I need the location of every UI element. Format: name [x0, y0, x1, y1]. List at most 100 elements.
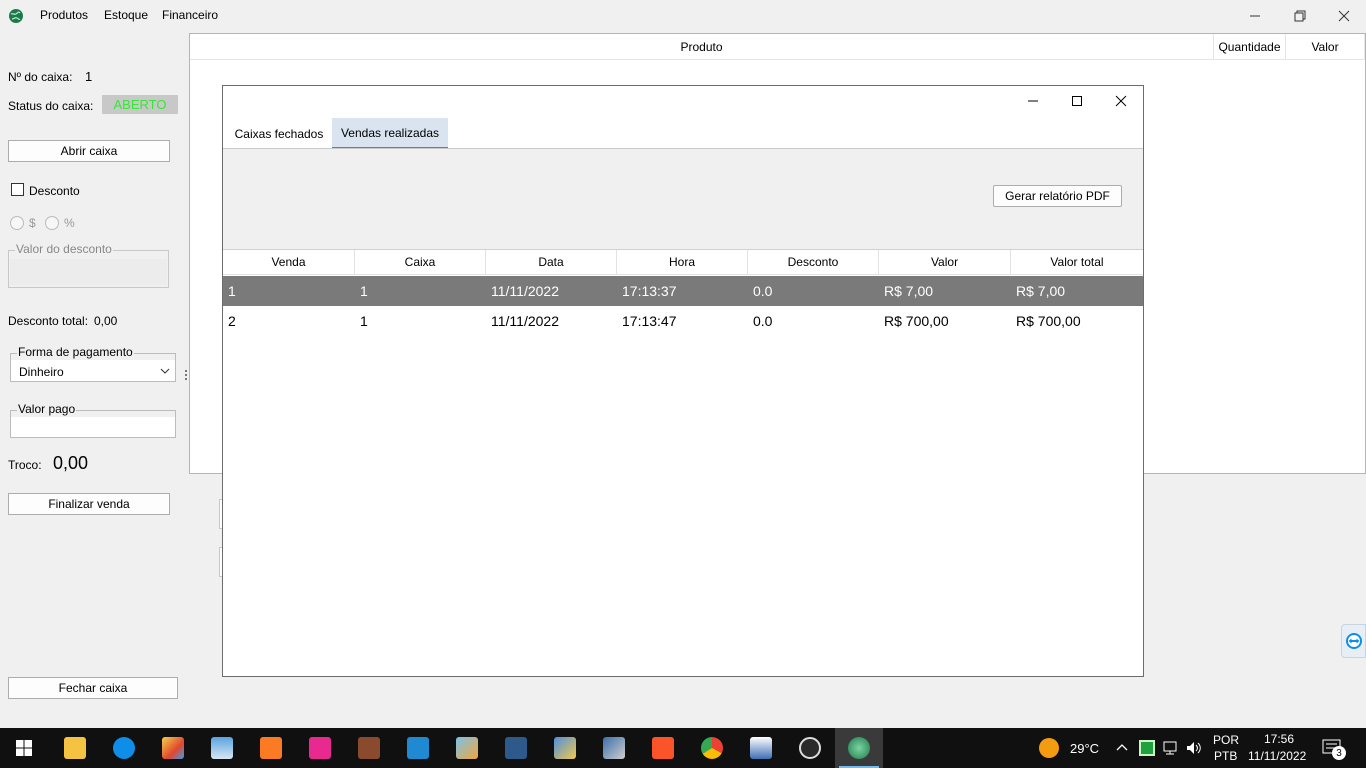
taskbar-notepad[interactable] [198, 728, 246, 768]
maximize-icon [1072, 96, 1082, 106]
close-icon [1338, 10, 1350, 22]
col-data[interactable]: Data [486, 250, 617, 275]
mysql-workbench-icon [505, 737, 527, 759]
taskbar-teamviewer[interactable] [100, 728, 148, 768]
taskbar-network-app[interactable] [541, 728, 589, 768]
abrir-caixa-button[interactable]: Abrir caixa [8, 140, 170, 162]
taskbar-brave[interactable] [639, 728, 687, 768]
lock-app-icon [603, 737, 625, 759]
col-produto[interactable]: Produto [190, 34, 1214, 60]
col-valor[interactable]: Valor [879, 250, 1011, 275]
taskbar-chrome[interactable] [688, 728, 736, 768]
chrome-icon [701, 737, 723, 759]
file-explorer-icon [64, 737, 86, 759]
finalizar-venda-button[interactable]: Finalizar venda [8, 493, 170, 515]
dialog-tabs: Caixas fechados Vendas realizadas [223, 118, 1143, 150]
gerar-pdf-button[interactable]: Gerar relatório PDF [993, 185, 1122, 207]
table-row[interactable]: 1 1 11/11/2022 17:13:37 0.0 R$ 7,00 R$ 7… [223, 276, 1143, 306]
clock-time[interactable]: 17:56 [1264, 732, 1294, 746]
radio-currency[interactable] [10, 216, 24, 230]
dialog-content: Gerar relatório PDF Venda Caixa Data Hor… [223, 149, 1143, 676]
screen-app-icon [750, 737, 772, 759]
menu-financeiro[interactable]: Financeiro [162, 8, 218, 22]
taskbar-mysql-workbench[interactable] [492, 728, 540, 768]
start-button[interactable] [0, 728, 48, 768]
col-hora[interactable]: Hora [617, 250, 748, 275]
radio-percent[interactable] [45, 216, 59, 230]
main-menubar: Produtos Estoque Financeiro [0, 0, 1366, 32]
xampp-icon [260, 737, 282, 759]
troco-label: Troco: [8, 458, 42, 472]
obs-icon [799, 737, 821, 759]
cell-caixa: 1 [360, 283, 368, 299]
taskbar-uwamp[interactable] [296, 728, 344, 768]
taskbar-vscode[interactable] [394, 728, 442, 768]
table-header: Venda Caixa Data Hora Desconto Valor Val… [223, 250, 1143, 275]
cell-venda: 1 [228, 283, 236, 299]
weather-icon[interactable] [1039, 738, 1059, 758]
tray-app-icon[interactable] [1139, 740, 1155, 756]
notification-badge: 3 [1332, 746, 1346, 760]
chevron-up-icon[interactable] [1116, 743, 1128, 751]
dialog-maximize-button[interactable] [1055, 86, 1099, 116]
brave-icon [652, 737, 674, 759]
tab-caixas-fechados[interactable]: Caixas fechados [227, 118, 331, 149]
desconto-checkbox[interactable] [11, 183, 24, 196]
forma-pagamento-select[interactable]: Dinheiro [11, 360, 175, 381]
taskbar-netbeans[interactable] [443, 728, 491, 768]
col-quantidade[interactable]: Quantidade [1214, 34, 1286, 60]
tab-vendas-realizadas[interactable]: Vendas realizadas [332, 118, 448, 149]
col-desconto[interactable]: Desconto [748, 250, 879, 275]
dialog-close-button[interactable] [1099, 86, 1143, 116]
lang-primary[interactable]: POR [1213, 733, 1239, 747]
forma-pagamento-group: Forma de pagamento Dinheiro [10, 345, 176, 382]
table-row[interactable]: 2 1 11/11/2022 17:13:47 0.0 R$ 700,00 R$… [223, 306, 1143, 336]
restore-button[interactable] [1277, 0, 1323, 32]
clock-date[interactable]: 11/11/2022 [1248, 749, 1306, 763]
menu-estoque[interactable]: Estoque [104, 8, 148, 22]
taskbar-screen-app[interactable] [737, 728, 785, 768]
taskbar-obs[interactable] [786, 728, 834, 768]
java-app-icon [848, 737, 870, 759]
teamviewer-side-tab[interactable] [1341, 624, 1366, 658]
caixa-number-label: Nº do caixa: [8, 70, 73, 84]
minimize-icon [1250, 15, 1260, 17]
taskbar-xampp[interactable] [247, 728, 295, 768]
volume-icon[interactable] [1185, 740, 1203, 756]
taskbar-paint[interactable] [149, 728, 197, 768]
lang-secondary[interactable]: PTB [1214, 749, 1237, 763]
valor-desconto-group: Valor do desconto [8, 242, 169, 288]
teamviewer-icon [113, 737, 135, 759]
menu-produtos[interactable]: Produtos [40, 8, 88, 22]
radio-percent-label: % [64, 216, 75, 230]
dialog-titlebar [223, 86, 1143, 116]
cell-data: 11/11/2022 [491, 283, 559, 299]
splitter-handle[interactable] [185, 370, 188, 386]
vscode-icon [407, 737, 429, 759]
col-valor[interactable]: Valor [1286, 34, 1365, 60]
col-venda[interactable]: Venda [223, 250, 355, 275]
valor-pago-input[interactable] [11, 417, 175, 437]
teamviewer-icon [1345, 633, 1362, 649]
cell-valor-total: R$ 7,00 [1016, 283, 1066, 299]
col-caixa[interactable]: Caixa [355, 250, 486, 275]
close-button[interactable] [1321, 0, 1366, 32]
col-valor-total[interactable]: Valor total [1011, 250, 1143, 275]
taskbar-file-explorer[interactable] [51, 728, 99, 768]
minimize-button[interactable] [1232, 0, 1278, 32]
winrar-icon [358, 737, 380, 759]
taskbar-winrar[interactable] [345, 728, 393, 768]
valor-desconto-input[interactable] [10, 259, 167, 285]
taskbar-java-app[interactable] [835, 728, 883, 768]
network-icon[interactable] [1162, 740, 1180, 756]
dialog-minimize-button[interactable] [1011, 86, 1055, 116]
fechar-caixa-button[interactable]: Fechar caixa [8, 677, 178, 699]
paint-icon [162, 737, 184, 759]
cell-valor: R$ 7,00 [884, 283, 934, 299]
troco-value: 0,00 [53, 453, 89, 473]
cell-hora: 17:13:47 [622, 313, 677, 329]
taskbar-lock-app[interactable] [590, 728, 638, 768]
weather-temp[interactable]: 29°C [1070, 741, 1099, 756]
report-dialog: Caixas fechados Vendas realizadas Gerar … [222, 85, 1144, 677]
notification-center-button[interactable]: 3 [1318, 736, 1348, 760]
